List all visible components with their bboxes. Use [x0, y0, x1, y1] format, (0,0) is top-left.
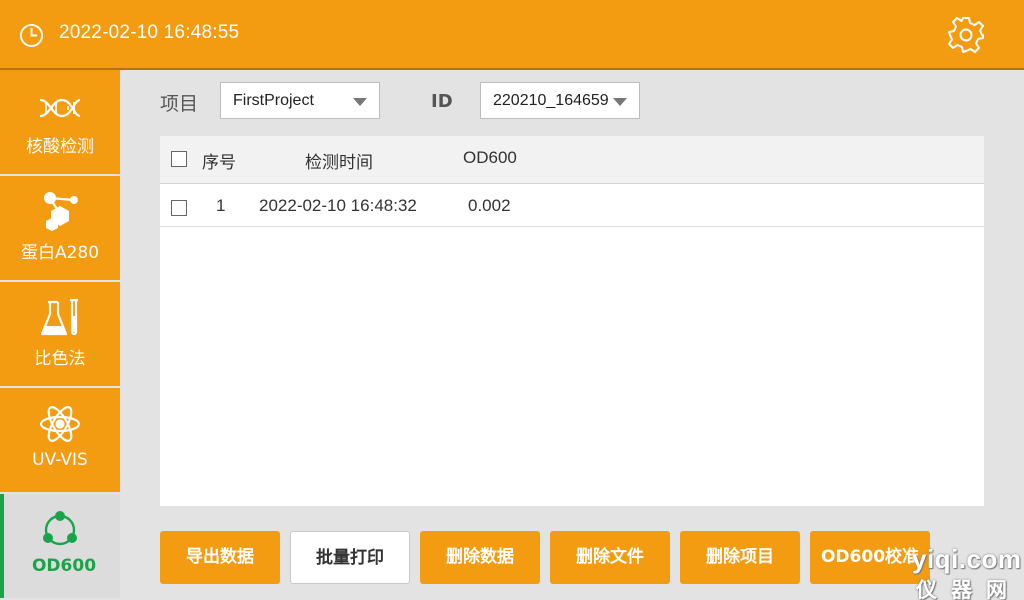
batch-print-button[interactable]: 批量打印 [290, 531, 410, 584]
column-header-time: 检测时间 [305, 153, 373, 173]
sidebar-item-label: UV-VIS [32, 450, 88, 470]
project-select[interactable]: FirstProject [220, 82, 380, 119]
delete-file-button[interactable]: 删除文件 [550, 531, 670, 584]
row-time: 2022-02-10 16:48:32 [259, 196, 417, 215]
sidebar-item-od600[interactable]: OD600 [0, 494, 120, 598]
molecule-icon [44, 192, 78, 231]
table-header: 序号 检测时间 OD600 [160, 136, 984, 184]
atom-icon [39, 406, 81, 442]
project-label: 项目 [160, 93, 199, 115]
flask-icon [40, 298, 78, 336]
id-select[interactable]: 220210_164659 [480, 82, 640, 119]
sidebar-item-label: OD600 [31, 556, 97, 576]
chevron-down-icon [353, 98, 367, 106]
row-index: 1 [216, 196, 226, 215]
settings-gear-icon[interactable] [946, 15, 986, 55]
dna-icon [39, 98, 81, 118]
watermark-text-cn: 仪器网 [916, 579, 1021, 600]
sidebar-item-colorimetric[interactable]: 比色法 [0, 282, 120, 386]
column-header-index: 序号 [202, 153, 236, 173]
watermark-text: yiqi.com [912, 544, 1022, 574]
column-header-od600: OD600 [463, 148, 517, 167]
select-all-checkbox[interactable] [171, 151, 187, 167]
sidebar-item-protein-a280[interactable]: 蛋白A280 [0, 176, 120, 280]
id-select-value: 220210_164659 [493, 92, 609, 109]
sidebar-item-uv-vis[interactable]: UV-VIS [0, 388, 120, 492]
row-checkbox[interactable] [171, 200, 187, 216]
delete-project-button[interactable]: 删除项目 [680, 531, 800, 584]
export-data-button[interactable]: 导出数据 [160, 531, 280, 584]
sidebar: 核酸检测 蛋白A280 比色法 UV-VIS OD600 [0, 70, 120, 600]
datetime-display: 2022-02-10 16:48:55 [59, 22, 240, 43]
id-label: ID [431, 91, 453, 112]
top-bar: 2022-02-10 16:48:55 [0, 0, 1024, 70]
delete-data-button[interactable]: 删除数据 [420, 531, 540, 584]
table-row[interactable]: 1 2022-02-10 16:48:32 0.002 [160, 185, 984, 227]
results-table: 序号 检测时间 OD600 1 2022-02-10 16:48:32 0.00… [160, 136, 984, 506]
clock-icon [19, 23, 44, 48]
sidebar-item-label: 核酸检测 [26, 137, 94, 157]
watermark: yiqi.com 仪器网 [910, 544, 1024, 600]
sidebar-item-nucleic-acid[interactable]: 核酸检测 [0, 70, 120, 174]
row-od600: 0.002 [468, 196, 511, 215]
sidebar-item-label: 比色法 [34, 349, 86, 369]
chevron-down-icon [613, 98, 627, 106]
cells-icon [43, 511, 77, 546]
project-select-value: FirstProject [233, 92, 314, 109]
sidebar-item-label: 蛋白A280 [20, 243, 100, 263]
